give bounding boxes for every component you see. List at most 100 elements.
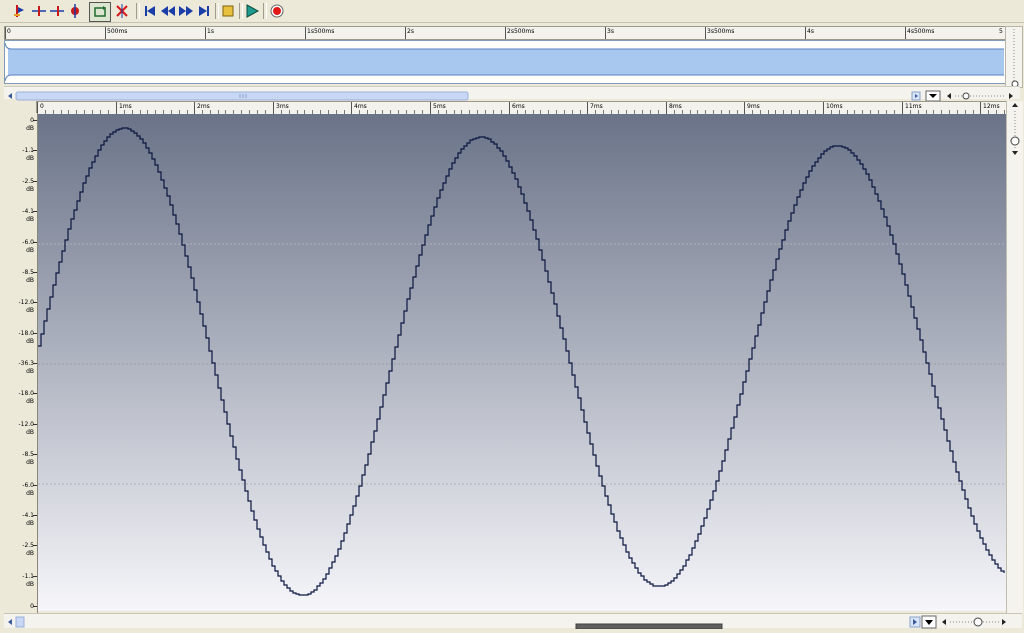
- ruler-tick: [905, 27, 906, 39]
- toolbar-separator: [263, 3, 267, 19]
- marker-right-button[interactable]: [49, 2, 65, 20]
- amplitude-label: -6.0: [22, 482, 34, 489]
- amplitude-axis: 0 dB -1.1 dB -2.5 dB -4.1 dB -6.0 dB -8.5 dB -12.0 dB…: [0, 113, 38, 613]
- amplitude-label: -4.1: [22, 512, 34, 519]
- amplitude-unit: dB: [26, 277, 34, 284]
- main-scrollbar[interactable]: [4, 613, 1022, 630]
- amplitude-label: -4.1: [22, 208, 34, 215]
- overview-selection-fill: [8, 49, 1004, 75]
- toolbar-separator: [136, 3, 140, 19]
- ruler-label: 12ms: [983, 103, 1000, 110]
- ruler-tick: [902, 102, 903, 114]
- vertical-zoom-bar[interactable]: [1006, 101, 1023, 613]
- toolbar-separator: [215, 3, 219, 19]
- main-hzoom-knob[interactable]: [973, 617, 983, 627]
- forward-button[interactable]: [177, 2, 195, 20]
- waveform-view[interactable]: [38, 114, 1006, 611]
- zoom-right-arrow-icon[interactable]: [1002, 619, 1006, 625]
- zoom-right-arrow-icon[interactable]: [1009, 93, 1013, 99]
- vzoom-down-arrow-icon[interactable]: [1012, 151, 1018, 155]
- stop-button[interactable]: [220, 2, 236, 20]
- ruler-label: 2s500ms: [507, 28, 535, 35]
- go-end-button[interactable]: [196, 2, 212, 20]
- ruler-label: 1s: [207, 28, 214, 35]
- ruler-label: 7ms: [590, 103, 603, 110]
- amplitude-label: -18.0: [18, 390, 34, 397]
- overview-scrollbar[interactable]: [4, 86, 1020, 102]
- ruler-label: 5ms: [433, 103, 446, 110]
- vzoom-up-arrow-icon[interactable]: [1012, 103, 1018, 107]
- status-bar-handle[interactable]: [575, 623, 723, 630]
- amplitude-unit: dB: [26, 247, 34, 254]
- waveform-background: [38, 114, 1006, 611]
- overview-time-ruler[interactable]: 0 500ms 1s 1s500ms 2s 2s500ms 3s 3s500ms 4s 4s500…: [4, 26, 1006, 40]
- zoom-left-arrow-icon[interactable]: [947, 93, 951, 99]
- ruler-label: 6ms: [512, 103, 525, 110]
- record-button[interactable]: [269, 2, 285, 20]
- amplitude-unit: dB: [26, 155, 34, 162]
- loop-button[interactable]: [89, 2, 111, 22]
- ruler-label: 3s500ms: [707, 28, 735, 35]
- amplitude-unit: dB: [26, 581, 34, 588]
- transport-toolbar: [0, 0, 1024, 23]
- amplitude-unit: dB: [26, 216, 34, 223]
- scroll-left-arrow-icon[interactable]: [8, 619, 12, 625]
- ruler-tick: [705, 27, 706, 39]
- ruler-tick: [509, 102, 510, 114]
- ruler-label: 11ms: [905, 103, 922, 110]
- ruler-tick: [351, 102, 352, 114]
- ruler-label: 4ms: [354, 103, 367, 110]
- amplitude-unit: dB: [26, 398, 34, 405]
- overview-top-envelope: [4, 42, 1004, 50]
- ruler-label: 0: [40, 103, 44, 110]
- marker-left-button[interactable]: [31, 2, 47, 20]
- ruler-label: 2ms: [197, 103, 210, 110]
- scroll-left-arrow-icon[interactable]: [8, 93, 12, 99]
- ruler-label: 3ms: [276, 103, 289, 110]
- ruler-label: 0: [7, 28, 11, 35]
- vzoom-knob[interactable]: [1010, 136, 1020, 146]
- overview-waveform-svg: [4, 42, 1004, 82]
- stop-icon: [222, 5, 234, 17]
- go-start-button[interactable]: [142, 2, 158, 20]
- ruler-tick: [116, 102, 117, 114]
- ruler-label: 500ms: [107, 28, 128, 35]
- ruler-label: 4s500ms: [907, 28, 935, 35]
- ruler-label: 5: [999, 28, 1003, 35]
- main-scroll-thumb[interactable]: [15, 616, 25, 628]
- ruler-tick: [205, 27, 206, 39]
- overview-waveform[interactable]: [4, 40, 1006, 84]
- ruler-tick: [430, 102, 431, 114]
- amplitude-unit: dB: [26, 429, 34, 436]
- marker-delete-icon: [116, 4, 128, 18]
- skip-start-icon: [145, 6, 155, 16]
- ruler-tick: [273, 102, 274, 114]
- ruler-label: 4s: [807, 28, 814, 35]
- marker-center-button[interactable]: [67, 2, 83, 20]
- main-time-ruler[interactable]: 0 1ms 2ms 3ms 4ms 5ms 6ms 7ms 8ms 9ms 10ms 11ms 12ms: [36, 101, 1008, 115]
- overview-hzoom-knob[interactable]: [962, 92, 970, 100]
- amplitude-unit: dB: [26, 338, 34, 345]
- amplitude-label: -8.5: [22, 451, 34, 458]
- fast-forward-icon: [179, 6, 193, 16]
- overview-scroll-thumb[interactable]: [15, 91, 469, 101]
- skip-end-icon: [199, 6, 209, 16]
- rewind-button[interactable]: [159, 2, 177, 20]
- marker-add-icon: [14, 5, 24, 17]
- amplitude-label: -2.5: [22, 542, 34, 549]
- overview-vertical-zoom[interactable]: [1005, 26, 1023, 88]
- amplitude-unit: dB: [26, 490, 34, 497]
- amplitude-unit: dB: [26, 307, 34, 314]
- amplitude-label: 0: [30, 603, 34, 610]
- play-button[interactable]: [244, 2, 260, 20]
- ruler-tick: [805, 27, 806, 39]
- add-marker-button[interactable]: [12, 2, 28, 20]
- ruler-tick: [305, 27, 306, 39]
- delete-marker-button[interactable]: [114, 2, 130, 20]
- zoom-left-arrow-icon[interactable]: [942, 619, 946, 625]
- amplitude-label: -18.0: [18, 330, 34, 337]
- amplitude-unit: dB: [26, 186, 34, 193]
- amplitude-label: -12.0: [18, 299, 34, 306]
- ruler-label: 1s500ms: [307, 28, 335, 35]
- amplitude-unit: dB: [26, 550, 34, 557]
